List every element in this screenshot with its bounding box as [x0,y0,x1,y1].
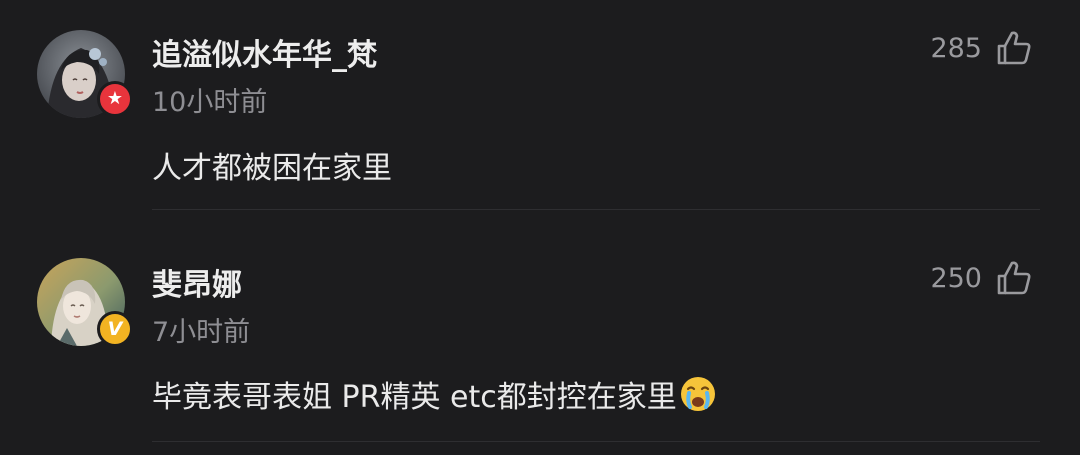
verified-star-badge: ★ [97,81,133,117]
comment-text: 人才都被困在家里 [152,151,392,186]
thumbs-up-icon[interactable] [995,29,1033,67]
crying-face-emoji-icon [680,377,715,411]
like-count: 250 [930,263,982,294]
username[interactable]: 追溢似水年华_梵 [152,30,377,74]
like-count: 285 [930,33,982,64]
comment-text-content: 毕竟表哥表姐 PR精英 etc都封控在家里 [152,380,677,415]
timestamp: 10小时前 [152,87,268,118]
username[interactable]: 斐昂娜 [152,260,242,304]
timestamp: 7小时前 [152,317,251,348]
thumbs-up-icon[interactable] [995,259,1033,297]
verified-v-badge: V [97,311,133,347]
divider [152,209,1040,210]
divider [152,441,1040,442]
comment-text: 毕竟表哥表姐 PR精英 etc都封控在家里 [152,372,717,416]
